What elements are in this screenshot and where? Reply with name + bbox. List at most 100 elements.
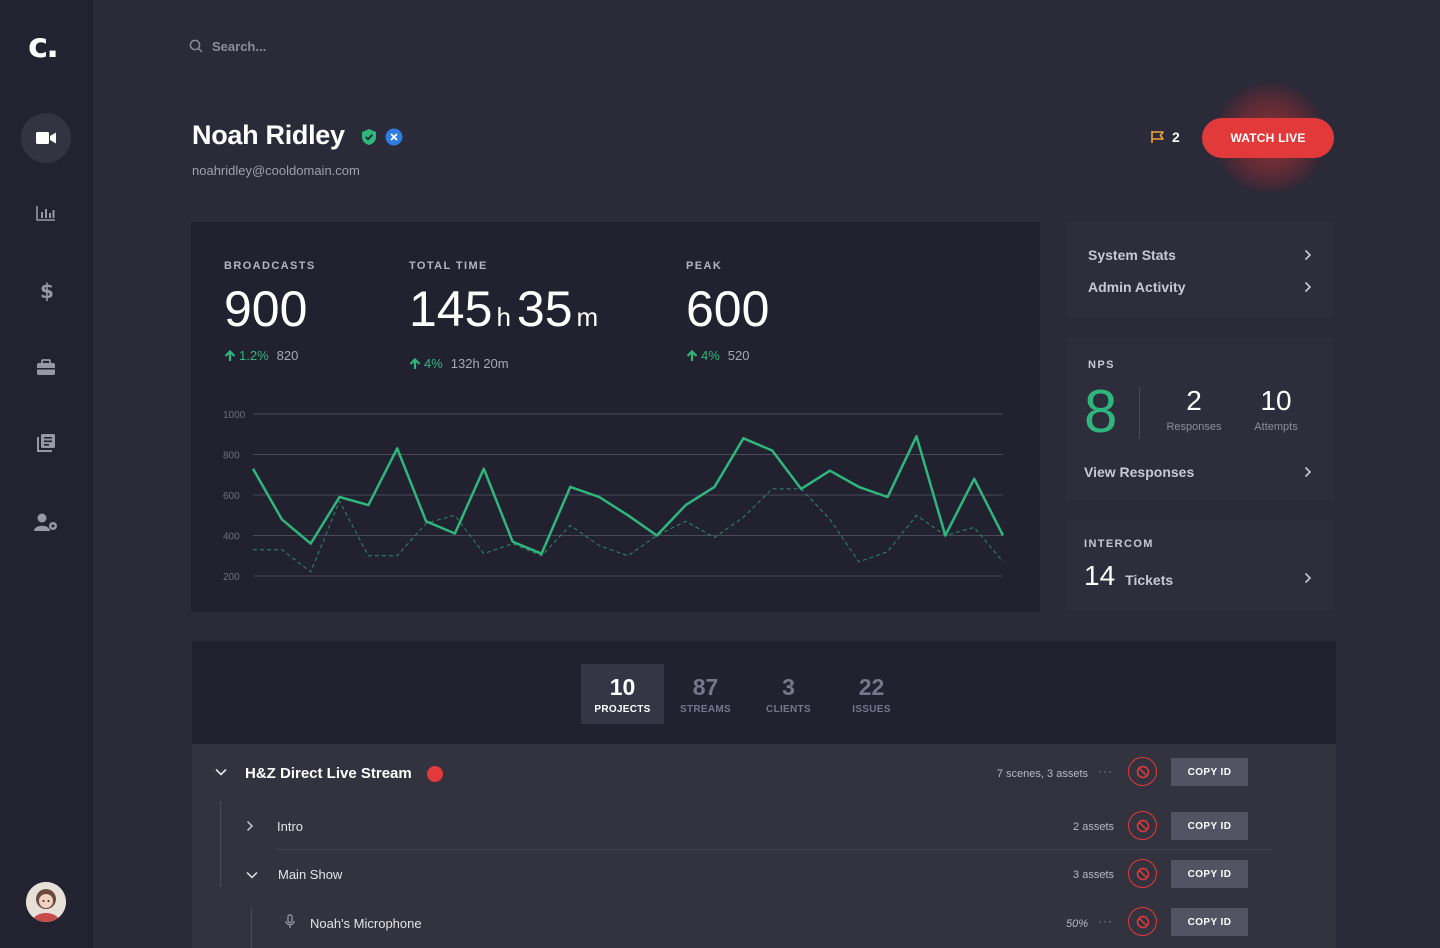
- chevron-down-icon[interactable]: [246, 871, 258, 879]
- view-responses-link[interactable]: View Responses: [1084, 462, 1312, 482]
- disable-button[interactable]: [1128, 811, 1157, 840]
- minutes-unit: m: [576, 302, 599, 332]
- search-bar[interactable]: Search...: [189, 36, 266, 56]
- sidebar: c. $: [0, 0, 93, 948]
- tab-count: 3: [782, 673, 795, 700]
- chevron-right-icon: [1304, 281, 1312, 293]
- nps-score: 8: [1084, 378, 1118, 445]
- sidebar-item-analytics[interactable]: [21, 188, 71, 238]
- delta-up: 4%: [409, 356, 443, 371]
- sidebar-item-library[interactable]: [21, 418, 71, 468]
- list-item[interactable]: H&Z Direct Live Stream 7 scenes, 3 asset…: [192, 754, 1336, 794]
- row-separator: [276, 849, 1272, 850]
- y-tick-label: 400: [223, 532, 240, 543]
- list-item[interactable]: Main Show 3 assets ··· COPY ID: [192, 856, 1336, 896]
- delta-percent: 4%: [701, 348, 720, 363]
- copy-id-button[interactable]: COPY ID: [1171, 812, 1248, 840]
- quick-links-card: System Stats Admin Activity: [1066, 222, 1334, 317]
- responses-label: Responses: [1166, 421, 1222, 433]
- watch-live-button[interactable]: WATCH LIVE: [1202, 118, 1334, 158]
- stat-value: 145 h 35 m: [409, 280, 604, 346]
- profile-name: Noah Ridley: [192, 120, 345, 150]
- list-item[interactable]: Intro 2 assets ··· COPY ID: [192, 808, 1336, 848]
- stat-peak: PEAK 600 4% 520: [686, 260, 769, 363]
- nps-title: NPS: [1088, 359, 1115, 371]
- copy-id-button[interactable]: COPY ID: [1171, 758, 1248, 786]
- stats-panel: BROADCASTS 900 1.2% 820 TOTAL TIME 145 h 3…: [191, 222, 1040, 612]
- more-options-icon[interactable]: ···: [1098, 818, 1113, 832]
- stat-delta: 1.2% 820: [224, 348, 316, 363]
- sidebar-item-users[interactable]: [21, 497, 71, 547]
- user-avatar-icon: [26, 882, 66, 922]
- delta-previous: 520: [727, 348, 750, 363]
- ticket-label: Tickets: [1125, 572, 1174, 588]
- minutes-value: 35: [516, 281, 573, 337]
- system-stats-link[interactable]: System Stats: [1088, 245, 1312, 265]
- intercom-tickets: 14 Tickets: [1084, 560, 1173, 592]
- library-icon: [37, 434, 55, 452]
- tab-clients[interactable]: 3 CLIENTS: [747, 664, 830, 724]
- chevron-right-icon[interactable]: [246, 820, 254, 832]
- scene-name: Intro: [277, 819, 304, 834]
- tab-label: STREAMS: [680, 703, 731, 715]
- tab-projects[interactable]: 10 PROJECTS: [581, 664, 664, 724]
- hours-value: 145: [409, 281, 493, 337]
- disable-button[interactable]: [1128, 859, 1157, 888]
- ban-icon: [1136, 867, 1149, 880]
- row-meta: 7 scenes, 3 assets: [996, 768, 1088, 780]
- flag-icon: [1151, 131, 1164, 143]
- tab-label: CLIENTS: [766, 703, 811, 715]
- sidebar-item-billing[interactable]: $: [21, 266, 71, 316]
- broadcast-line-chart: 1000 800 600 400 200: [223, 410, 1005, 583]
- stat-total-time: TOTAL TIME 145 h 35 m 4% 132h 20m: [409, 260, 604, 371]
- chevron-down-icon[interactable]: [215, 768, 227, 776]
- copy-id-button[interactable]: COPY ID: [1171, 908, 1248, 936]
- series-line-previous: [253, 488, 1004, 573]
- more-options-icon[interactable]: ···: [1098, 866, 1113, 880]
- attempts-label: Attempts: [1254, 421, 1298, 433]
- microphone-icon: [285, 914, 295, 928]
- arrow-up-icon: [224, 349, 236, 361]
- verified-shield-icon: [362, 129, 376, 145]
- chevron-right-icon: [1304, 466, 1312, 478]
- nps-attempts: 10 Attempts: [1246, 385, 1306, 433]
- link-label: Admin Activity: [1088, 279, 1186, 295]
- tab-label: PROJECTS: [594, 703, 651, 715]
- x-badge-icon: [385, 128, 403, 146]
- asset-name: Noah's Microphone: [310, 916, 422, 931]
- link-label: View Responses: [1084, 464, 1195, 480]
- admin-activity-link[interactable]: Admin Activity: [1088, 277, 1312, 297]
- more-options-icon[interactable]: ···: [1098, 764, 1113, 778]
- ban-icon: [1136, 819, 1149, 832]
- y-tick-label: 1000: [223, 410, 246, 421]
- dollar-icon: $: [40, 280, 53, 302]
- tab-streams[interactable]: 87 STREAMS: [664, 664, 747, 724]
- disable-button[interactable]: [1128, 907, 1157, 936]
- projects-panel: 10 PROJECTS 87 STREAMS 3 CLIENTS 22 ISSU…: [192, 641, 1336, 948]
- y-tick-label: 800: [223, 451, 240, 462]
- divider: [1139, 387, 1140, 439]
- search-input[interactable]: Search...: [212, 39, 266, 54]
- tab-label: ISSUES: [852, 703, 891, 715]
- sidebar-item-video[interactable]: [21, 113, 71, 163]
- delta-previous: 820: [276, 348, 299, 363]
- y-tick-label: 200: [223, 572, 240, 583]
- delta-percent: 4%: [424, 356, 443, 371]
- app-logo[interactable]: c.: [28, 29, 68, 63]
- intercom-card[interactable]: INTERCOM 14 Tickets: [1066, 520, 1334, 610]
- stat-label: PEAK: [686, 260, 723, 272]
- avatar[interactable]: [26, 882, 66, 922]
- row-meta: 50%: [1065, 918, 1088, 930]
- profile-email: noahridley@cooldomain.com: [192, 163, 360, 178]
- disable-button[interactable]: [1128, 757, 1157, 786]
- sidebar-item-projects[interactable]: [21, 342, 71, 392]
- copy-id-button[interactable]: COPY ID: [1171, 860, 1248, 888]
- stat-broadcasts: BROADCASTS 900 1.2% 820: [224, 260, 316, 363]
- flags-indicator[interactable]: 2: [1150, 129, 1180, 145]
- search-icon: [189, 39, 203, 53]
- list-item[interactable]: Noah's Microphone 50% ··· COPY ID: [192, 904, 1336, 944]
- tab-count: 22: [858, 673, 885, 700]
- tab-issues[interactable]: 22 ISSUES: [830, 664, 913, 724]
- delta-up: 4%: [686, 348, 720, 363]
- more-options-icon[interactable]: ···: [1098, 914, 1113, 928]
